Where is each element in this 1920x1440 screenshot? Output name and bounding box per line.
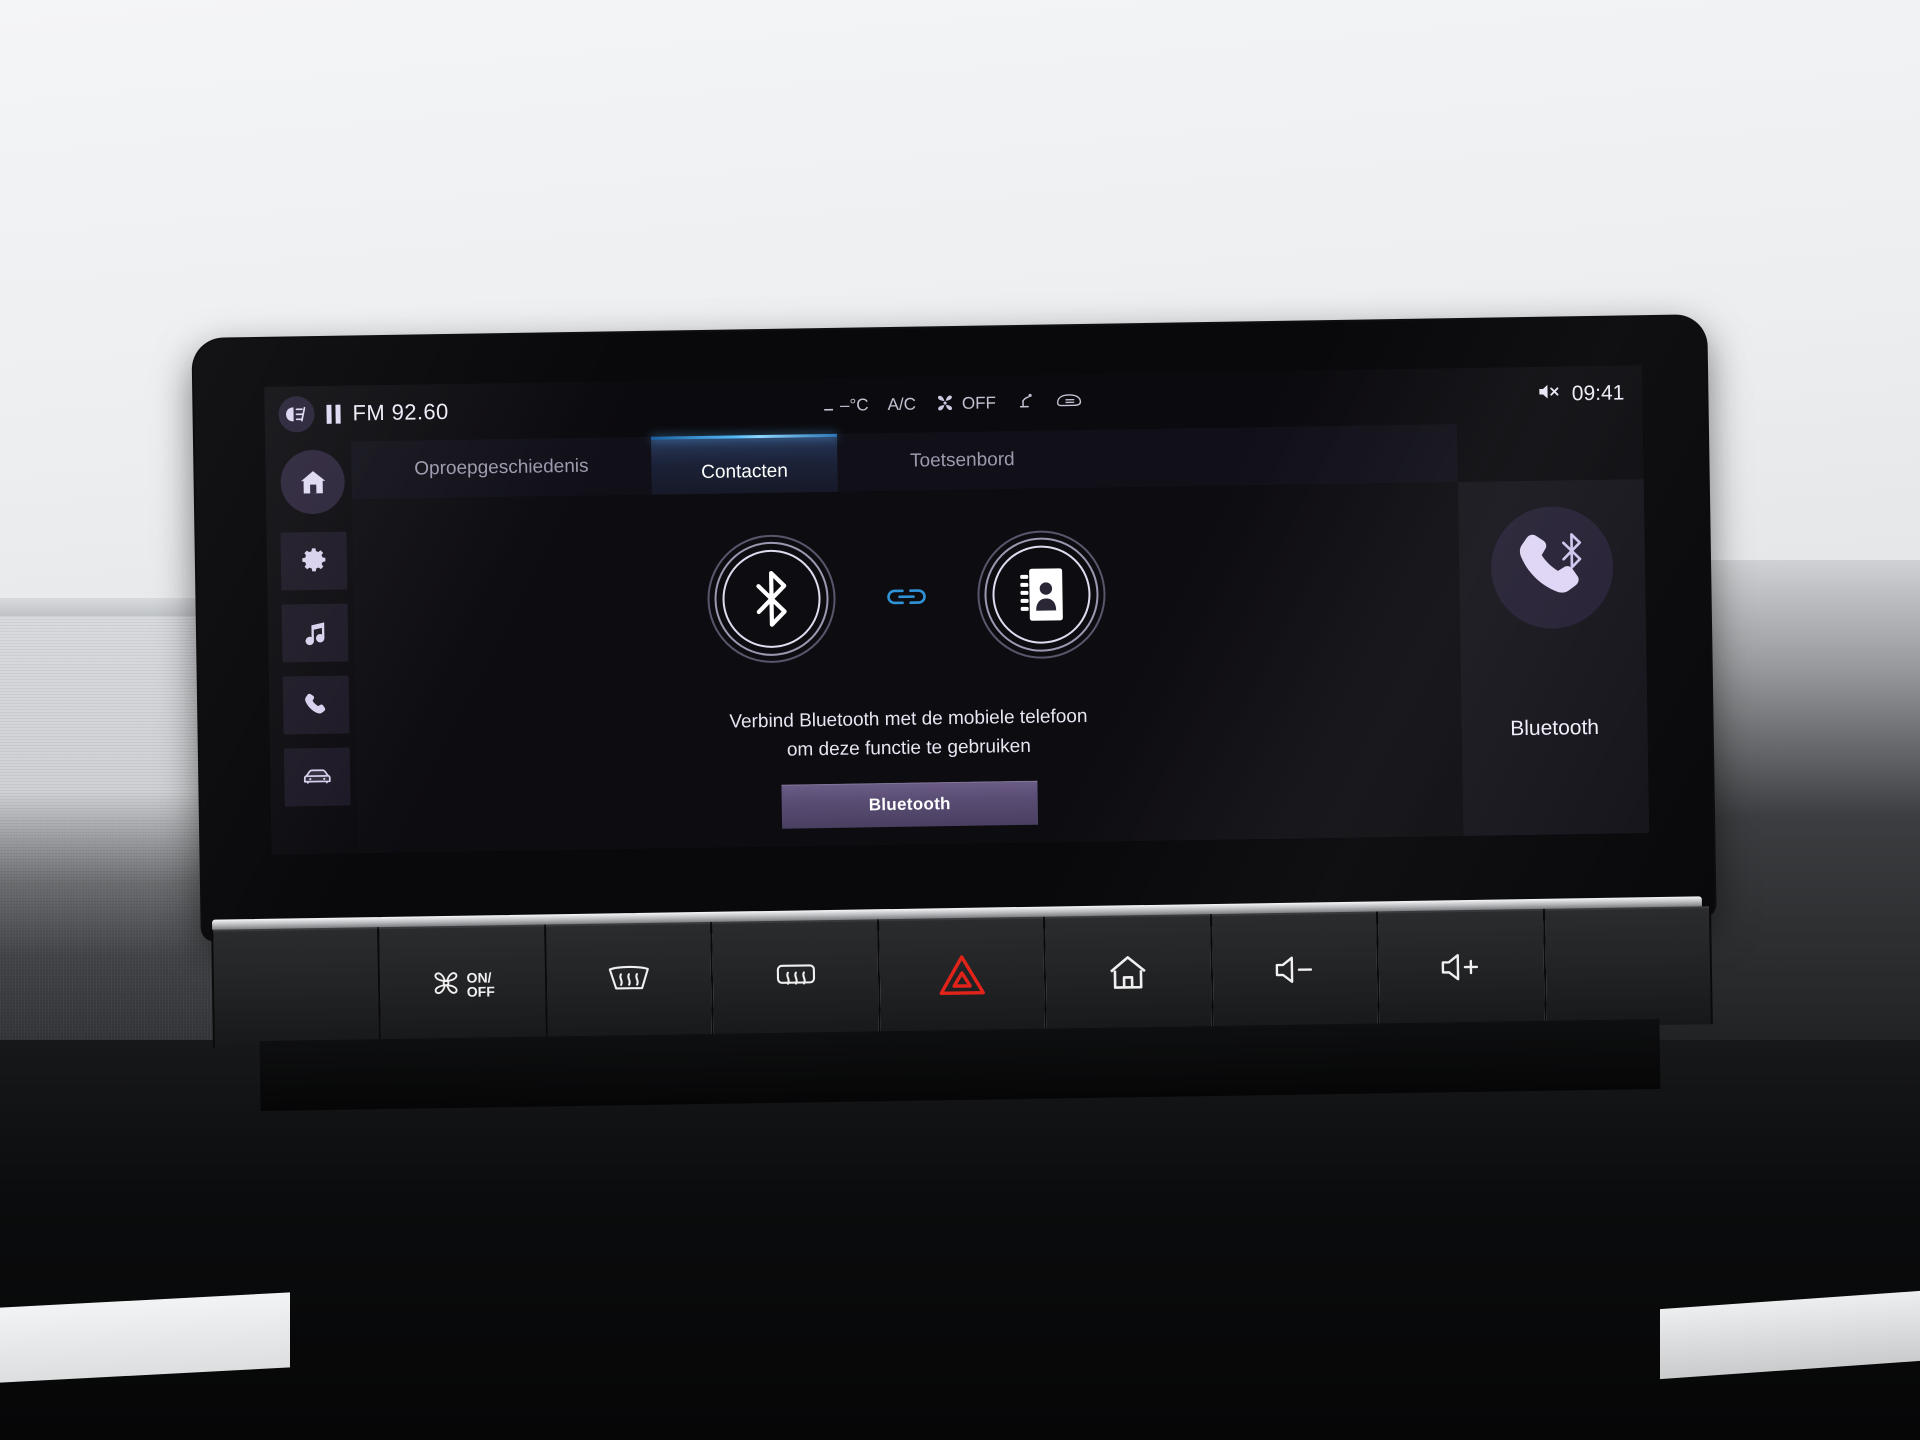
temperature-icon [824,396,834,416]
hazard-triangle-icon [938,952,987,1002]
seat-heater-icon [1015,390,1036,415]
status-bar-right: 09:41 [1537,380,1625,407]
fan-icon [935,391,955,416]
seat-heater-status[interactable] [1015,390,1036,415]
contacts-node[interactable] [976,529,1107,660]
hard-key-front-defrost[interactable] [545,921,715,1043]
infotainment-head-unit: FM 92.60 –°C A/C OFF 09:41 Oproepgeschie… [193,316,1715,940]
bluetooth-icon [722,549,822,649]
front-defrost-icon [604,960,655,1004]
rear-defrost-icon [770,958,821,1002]
link-icon [883,573,930,620]
fan-icon [430,967,461,1002]
volume-mute-icon[interactable] [1537,381,1563,407]
rear-defrost-icon [1055,390,1083,413]
pairing-illustration [353,524,1461,669]
hard-key-rear-defrost[interactable] [712,919,881,1040]
bluetooth-button[interactable]: Bluetooth [781,780,1039,829]
contacts-book-icon [992,545,1092,645]
right-status-panel: Bluetooth [1457,479,1650,837]
sidebar-item-settings[interactable] [280,531,348,591]
console-trim-left [0,1292,290,1383]
pause-icon[interactable] [326,404,341,424]
left-sidebar [273,441,358,854]
main-content-panel: Verbind Bluetooth met de mobiele telefoo… [351,482,1464,854]
fan-label-off: OFF [466,983,495,1000]
volume-up-icon [1437,949,1486,989]
hard-key-hazard-lights[interactable] [878,916,1048,1038]
clock-label: 09:41 [1571,381,1625,406]
tab-keypad[interactable]: Toetsenbord [837,430,1088,492]
infotainment-screen: FM 92.60 –°C A/C OFF 09:41 Oproepgeschie… [264,365,1650,855]
fan-state-label: OFF [961,393,997,413]
hard-key-home[interactable] [1045,914,1214,1035]
home-icon [297,466,328,497]
fog-light-icon[interactable] [278,396,315,433]
volume-down-icon [1270,952,1319,992]
music-note-icon [301,619,329,647]
climate-status-group: –°C A/C OFF [824,389,1083,418]
ac-label: A/C [887,394,917,415]
home-outline-icon [1106,952,1151,998]
sidebar-item-media[interactable] [281,603,349,663]
ac-status[interactable]: A/C [887,395,916,415]
hard-key-fan-on-off[interactable]: ON/ OFF [379,924,548,1046]
radio-source-label: FM 92.60 [352,398,449,426]
temperature-status[interactable]: –°C [824,395,869,416]
temperature-label: –°C [839,395,869,415]
hard-key-blank-left[interactable] [211,927,382,1048]
hard-key-volume-up[interactable] [1378,908,1547,1030]
tab-call-history[interactable]: Oproepgeschiedenis [351,437,652,500]
fan-status[interactable]: OFF [935,391,996,417]
sidebar-item-vehicle[interactable] [283,747,351,807]
sidebar-item-phone[interactable] [282,675,350,735]
sidebar-item-home[interactable] [280,449,346,515]
phone-icon [302,691,330,719]
hard-key-volume-down[interactable] [1211,911,1380,1033]
hard-key-blank-right[interactable] [1544,906,1713,1027]
car-icon [301,765,333,789]
status-bar-left: FM 92.60 [278,394,449,433]
right-panel-label: Bluetooth [1510,715,1600,741]
rear-defrost-status[interactable] [1055,390,1083,413]
gear-icon [299,546,329,576]
pairing-hint: Verbind Bluetooth met de mobiele telefoo… [355,696,1462,771]
bluetooth-node[interactable] [706,533,837,664]
phone-bluetooth-icon[interactable] [1490,505,1615,630]
